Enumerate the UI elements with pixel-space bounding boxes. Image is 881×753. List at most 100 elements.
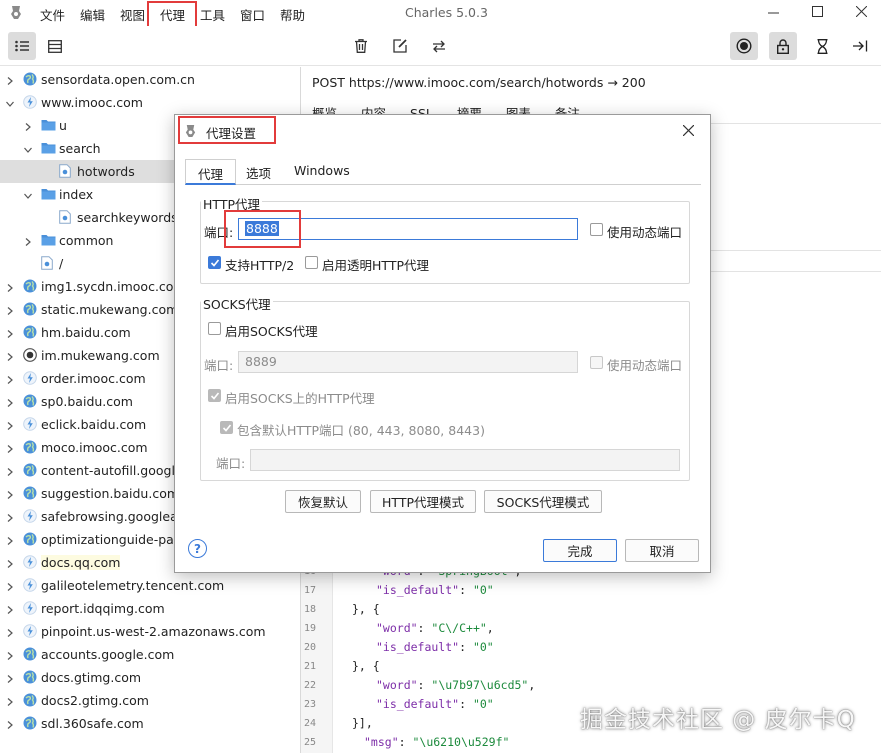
- socks-dynamic-port-checkbox[interactable]: [590, 356, 603, 369]
- ssl-proxying-button[interactable]: [769, 32, 797, 60]
- support-http2-label: 支持HTTP/2: [225, 258, 295, 273]
- close-icon[interactable]: [856, 6, 867, 17]
- menu-file[interactable]: 文件: [40, 5, 65, 24]
- maximize-icon[interactable]: [812, 6, 823, 17]
- list-tree-icon: [15, 40, 29, 52]
- menu-proxy[interactable]: 代理: [160, 5, 185, 24]
- chevron-right-icon[interactable]: [5, 74, 15, 85]
- globe-icon: [23, 72, 37, 86]
- structure-view-button[interactable]: [8, 32, 36, 60]
- breakpoints-button[interactable]: [846, 32, 874, 60]
- socks-ports-input[interactable]: [250, 449, 680, 471]
- chevron-right-icon[interactable]: [5, 304, 15, 315]
- chevron-right-icon[interactable]: [5, 396, 15, 407]
- tree-node-label: search: [59, 141, 101, 156]
- chevron-right-icon[interactable]: [5, 672, 15, 683]
- tree-node[interactable]: galileotelemetry.tencent.com: [0, 574, 300, 597]
- default-ports-label: 包含默认HTTP端口 (80, 443, 8080, 8443): [237, 423, 485, 438]
- menu-window[interactable]: 窗口: [240, 5, 265, 24]
- chevron-right-icon[interactable]: [5, 350, 15, 361]
- chevron-right-icon[interactable]: [23, 120, 33, 131]
- tab-proxies[interactable]: 代理: [185, 159, 237, 185]
- chevron-right-icon[interactable]: [5, 534, 15, 545]
- tree-node-label: pinpoint.us-west-2.amazonaws.com: [41, 624, 266, 639]
- support-http2-checkbox[interactable]: [208, 256, 221, 269]
- http-proxy-mode-button[interactable]: HTTP代理模式: [370, 490, 476, 513]
- sequence-view-button[interactable]: [41, 32, 69, 60]
- chevron-right-icon[interactable]: [5, 281, 15, 292]
- chevron-right-icon[interactable]: [5, 465, 15, 476]
- tree-node-label: common: [59, 233, 114, 248]
- tree-node-label: accounts.google.com: [41, 647, 175, 662]
- http-dynamic-port-checkbox[interactable]: [590, 223, 603, 236]
- folder-icon: [41, 118, 56, 132]
- arrow-right-bar-icon: [852, 40, 867, 52]
- tree-node[interactable]: sdl.360safe.com: [0, 712, 300, 735]
- tree-node[interactable]: sensordata.open.com.cn: [0, 68, 300, 91]
- lightning-icon: [23, 509, 37, 523]
- toolbar: [0, 26, 881, 66]
- tree-node-label: eclick.baidu.com: [41, 417, 147, 432]
- help-icon[interactable]: ?: [188, 539, 207, 558]
- chevron-right-icon[interactable]: [5, 718, 15, 729]
- tab-windows[interactable]: Windows: [282, 159, 362, 185]
- tree-node-label: sdl.360safe.com: [41, 716, 144, 731]
- tree-node[interactable]: docs.gtimg.com: [0, 666, 300, 689]
- clear-button[interactable]: [347, 32, 375, 60]
- chevron-right-icon[interactable]: [5, 580, 15, 591]
- menu-help[interactable]: 帮助: [280, 5, 305, 24]
- chevron-down-icon[interactable]: [5, 97, 15, 107]
- socks-proxy-mode-button[interactable]: SOCKS代理模式: [484, 490, 602, 513]
- record-button[interactable]: [730, 32, 758, 60]
- tree-node-label: docs.gtimg.com: [41, 670, 142, 685]
- menu-view[interactable]: 视图: [120, 5, 145, 24]
- globe-icon: [23, 486, 37, 500]
- chevron-right-icon[interactable]: [5, 695, 15, 706]
- chevron-right-icon[interactable]: [5, 557, 15, 568]
- chevron-right-icon[interactable]: [5, 419, 15, 430]
- chevron-down-icon[interactable]: [23, 143, 33, 153]
- menu-edit[interactable]: 编辑: [80, 5, 105, 24]
- socks-port-input[interactable]: 8889: [238, 351, 578, 373]
- chevron-right-icon[interactable]: [5, 603, 15, 614]
- minimize-icon[interactable]: [768, 8, 779, 19]
- ok-button[interactable]: 完成: [543, 539, 617, 562]
- tab-options[interactable]: 选项: [234, 159, 283, 185]
- cancel-button[interactable]: 取消: [625, 539, 699, 562]
- globe-icon: [23, 670, 37, 684]
- enable-socks-checkbox[interactable]: [208, 322, 221, 335]
- chevron-right-icon[interactable]: [5, 327, 15, 338]
- default-ports-checkbox[interactable]: [220, 421, 233, 434]
- chevron-right-icon[interactable]: [23, 235, 33, 246]
- compose-button[interactable]: [386, 32, 414, 60]
- dialog-close-icon[interactable]: [683, 125, 694, 136]
- lock-icon: [777, 38, 789, 54]
- chevron-right-icon[interactable]: [5, 488, 15, 499]
- globe-icon: [23, 693, 37, 707]
- tree-node[interactable]: docs2.gtimg.com: [0, 689, 300, 712]
- tree-node[interactable]: pinpoint.us-west-2.amazonaws.com: [0, 620, 300, 643]
- restore-defaults-button[interactable]: 恢复默认: [285, 490, 361, 513]
- tree-node[interactable]: report.idqqimg.com: [0, 597, 300, 620]
- chevron-right-icon[interactable]: [5, 511, 15, 522]
- globe-icon: [23, 440, 37, 454]
- chevron-right-icon[interactable]: [5, 649, 15, 660]
- edit-icon: [393, 39, 407, 53]
- throttle-button[interactable]: [808, 32, 836, 60]
- menu-tools[interactable]: 工具: [200, 5, 225, 24]
- dialog-title: 代理设置: [206, 126, 257, 141]
- chevron-right-icon[interactable]: [5, 626, 15, 637]
- line-number: 23: [303, 699, 316, 710]
- tree-node[interactable]: www.imooc.com: [0, 91, 300, 114]
- chevron-down-icon[interactable]: [23, 189, 33, 199]
- repeat-button[interactable]: [425, 32, 453, 60]
- http-port-input[interactable]: 8888: [238, 218, 578, 240]
- tree-node-label: u: [59, 118, 67, 133]
- chevron-right-icon[interactable]: [5, 373, 15, 384]
- file-icon: [59, 164, 73, 178]
- transparent-proxy-checkbox[interactable]: [305, 256, 318, 269]
- http-over-socks-checkbox[interactable]: [208, 389, 221, 402]
- tree-node-label: galileotelemetry.tencent.com: [41, 578, 225, 593]
- tree-node[interactable]: accounts.google.com: [0, 643, 300, 666]
- chevron-right-icon[interactable]: [5, 442, 15, 453]
